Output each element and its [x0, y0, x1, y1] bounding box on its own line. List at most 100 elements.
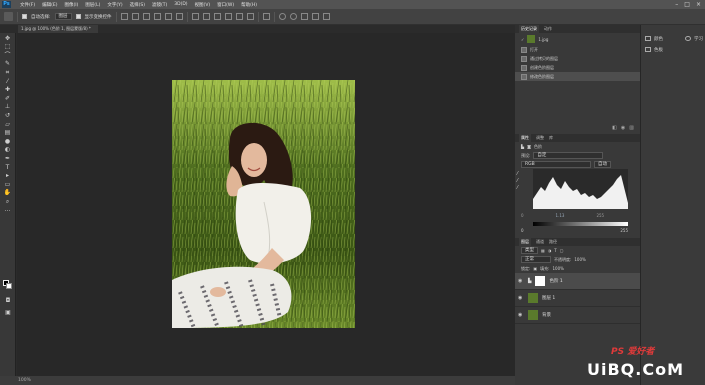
menu-layer[interactable]: 图层(L) — [85, 2, 100, 8]
tab-history[interactable]: 历史记录 — [519, 25, 539, 33]
3d-roll-icon[interactable] — [289, 13, 297, 20]
document-photo[interactable] — [172, 80, 355, 328]
channel-dropdown[interactable]: RGB — [521, 161, 591, 168]
maximize-button[interactable]: □ — [684, 1, 690, 8]
tab-paths[interactable]: 路径 — [549, 239, 557, 245]
shape-tool-icon[interactable]: ▭ — [4, 181, 12, 188]
distribute-middle-icon[interactable] — [202, 13, 210, 20]
distribute-right-icon[interactable] — [246, 13, 254, 20]
tab-libraries[interactable]: 库 — [549, 135, 553, 141]
auto-select-checkbox[interactable] — [22, 14, 27, 19]
filter-pixel-icon[interactable]: ▦ — [541, 248, 545, 253]
layer-row[interactable]: ◉ 背景 — [515, 307, 640, 324]
history-snapshot[interactable]: ✓ 1.jpg — [515, 33, 640, 45]
preset-dropdown[interactable]: 自定 — [533, 152, 604, 159]
menu-window[interactable]: 窗口(W) — [217, 2, 234, 8]
blur-tool-icon[interactable]: ● — [4, 138, 12, 145]
collapsed-panel-swatches[interactable]: 色板 — [641, 44, 705, 55]
history-item[interactable]: 创建色阶图层 — [515, 63, 640, 72]
camera-snapshot-icon[interactable]: ◉ — [621, 125, 625, 131]
menu-image[interactable]: 图像(I) — [64, 2, 78, 8]
align-middle-icon[interactable] — [164, 13, 172, 20]
align-top-icon[interactable] — [153, 13, 161, 20]
3d-slide-icon[interactable] — [311, 13, 319, 20]
menu-view[interactable]: 视图(V) — [195, 2, 211, 8]
output-black-field[interactable]: 0 — [521, 228, 524, 233]
filter-shape-icon[interactable]: ▢ — [560, 248, 564, 253]
screen-mode-icon[interactable]: ▣ — [4, 309, 12, 316]
history-item[interactable]: 通过拷贝的图层 — [515, 54, 640, 63]
blend-mode-dropdown[interactable]: 正常 — [521, 256, 551, 263]
visibility-eye-icon[interactable]: ◉ — [518, 312, 524, 318]
auto-align-icon[interactable] — [262, 13, 270, 20]
move-tool-icon[interactable]: ✥ — [4, 35, 12, 42]
tab-layers[interactable]: 图层 — [519, 238, 531, 246]
quick-select-tool-icon[interactable]: ✎ — [4, 60, 12, 67]
photoshop-logo[interactable]: Ps — [2, 1, 11, 8]
background-color-swatch[interactable] — [6, 283, 12, 289]
type-tool-icon[interactable]: T — [4, 164, 12, 171]
align-bottom-icon[interactable] — [175, 13, 183, 20]
eraser-tool-icon[interactable]: ▱ — [4, 121, 12, 128]
menu-3d[interactable]: 3D(D) — [174, 2, 187, 7]
align-left-icon[interactable] — [120, 13, 128, 20]
collapsed-panel-learn[interactable]: 学习 — [681, 33, 703, 44]
menu-type[interactable]: 文字(Y) — [107, 2, 122, 8]
trash-icon[interactable]: ▥ — [629, 125, 634, 131]
tab-properties[interactable]: 属性 — [519, 134, 531, 142]
move-tool-preset-icon[interactable] — [4, 12, 13, 21]
distribute-left-icon[interactable] — [224, 13, 232, 20]
hand-tool-icon[interactable]: ✋ — [4, 189, 12, 196]
menu-select[interactable]: 选择(S) — [130, 2, 145, 8]
mask-icon[interactable]: ◙ — [527, 144, 531, 149]
menu-edit[interactable]: 编辑(E) — [42, 2, 57, 8]
pen-tool-icon[interactable]: ✒ — [4, 155, 12, 162]
lasso-tool-icon[interactable]: ⌒ — [4, 52, 12, 59]
zoom-level[interactable]: 100% — [18, 378, 31, 383]
lock-icon[interactable]: ▣ — [533, 266, 537, 271]
distribute-center-icon[interactable] — [235, 13, 243, 20]
3d-scale-icon[interactable] — [322, 13, 330, 20]
input-black-field[interactable]: 0 — [521, 213, 524, 218]
input-gamma-field[interactable]: 1.13 — [556, 213, 565, 218]
align-right-icon[interactable] — [142, 13, 150, 20]
path-selection-tool-icon[interactable]: ▸ — [4, 172, 12, 179]
tab-actions[interactable]: 动作 — [544, 26, 552, 32]
brush-tool-icon[interactable]: ✐ — [4, 95, 12, 102]
align-center-icon[interactable] — [131, 13, 139, 20]
white-point-eyedropper-icon[interactable]: ⁄ — [517, 185, 518, 192]
visibility-eye-icon[interactable]: ◉ — [518, 278, 524, 284]
close-button[interactable]: × — [696, 1, 701, 8]
3d-rotate-icon[interactable] — [278, 13, 286, 20]
menu-file[interactable]: 文件(F) — [20, 2, 35, 8]
history-item[interactable]: 打开 — [515, 45, 640, 54]
distribute-bottom-icon[interactable] — [213, 13, 221, 20]
fill-field[interactable]: 100% — [553, 266, 564, 271]
history-brush-tool-icon[interactable]: ↺ — [4, 112, 12, 119]
zoom-tool-icon[interactable]: ⌕ — [4, 198, 12, 205]
menu-filter[interactable]: 滤镜(T) — [152, 2, 167, 8]
layer-row[interactable]: ◉ 图层 1 — [515, 290, 640, 307]
tab-adjustments[interactable]: 调整 — [536, 135, 544, 141]
visibility-eye-icon[interactable]: ◉ — [518, 295, 524, 301]
black-point-eyedropper-icon[interactable]: ⁄ — [517, 171, 518, 178]
auto-select-dropdown[interactable]: 图层 — [54, 13, 72, 20]
filter-type-icon[interactable]: T — [554, 248, 556, 253]
layer-mask-thumbnail[interactable] — [535, 276, 546, 286]
filter-adjustment-icon[interactable]: ◑ — [548, 248, 552, 253]
clone-stamp-tool-icon[interactable]: ⊥ — [4, 103, 12, 110]
tab-channels[interactable]: 通道 — [536, 239, 544, 245]
opacity-field[interactable]: 100% — [574, 257, 585, 262]
gray-point-eyedropper-icon[interactable]: ⁄ — [517, 178, 518, 185]
dodge-tool-icon[interactable]: ◐ — [4, 146, 12, 153]
input-white-field[interactable]: 255 — [596, 213, 604, 218]
layer-row[interactable]: ◉ ▙ 色阶 1 — [515, 273, 640, 290]
show-transform-checkbox[interactable] — [75, 14, 81, 19]
menu-help[interactable]: 帮助(H) — [241, 2, 257, 8]
distribute-top-icon[interactable] — [191, 13, 199, 20]
auto-levels-button[interactable]: 自动 — [594, 161, 611, 168]
more-tools-icon[interactable]: … — [4, 206, 12, 213]
eyedropper-tool-icon[interactable]: ⁄ — [4, 78, 12, 85]
marquee-tool-icon[interactable]: ⬚ — [4, 43, 12, 50]
crop-tool-icon[interactable]: ⌗ — [4, 69, 12, 76]
